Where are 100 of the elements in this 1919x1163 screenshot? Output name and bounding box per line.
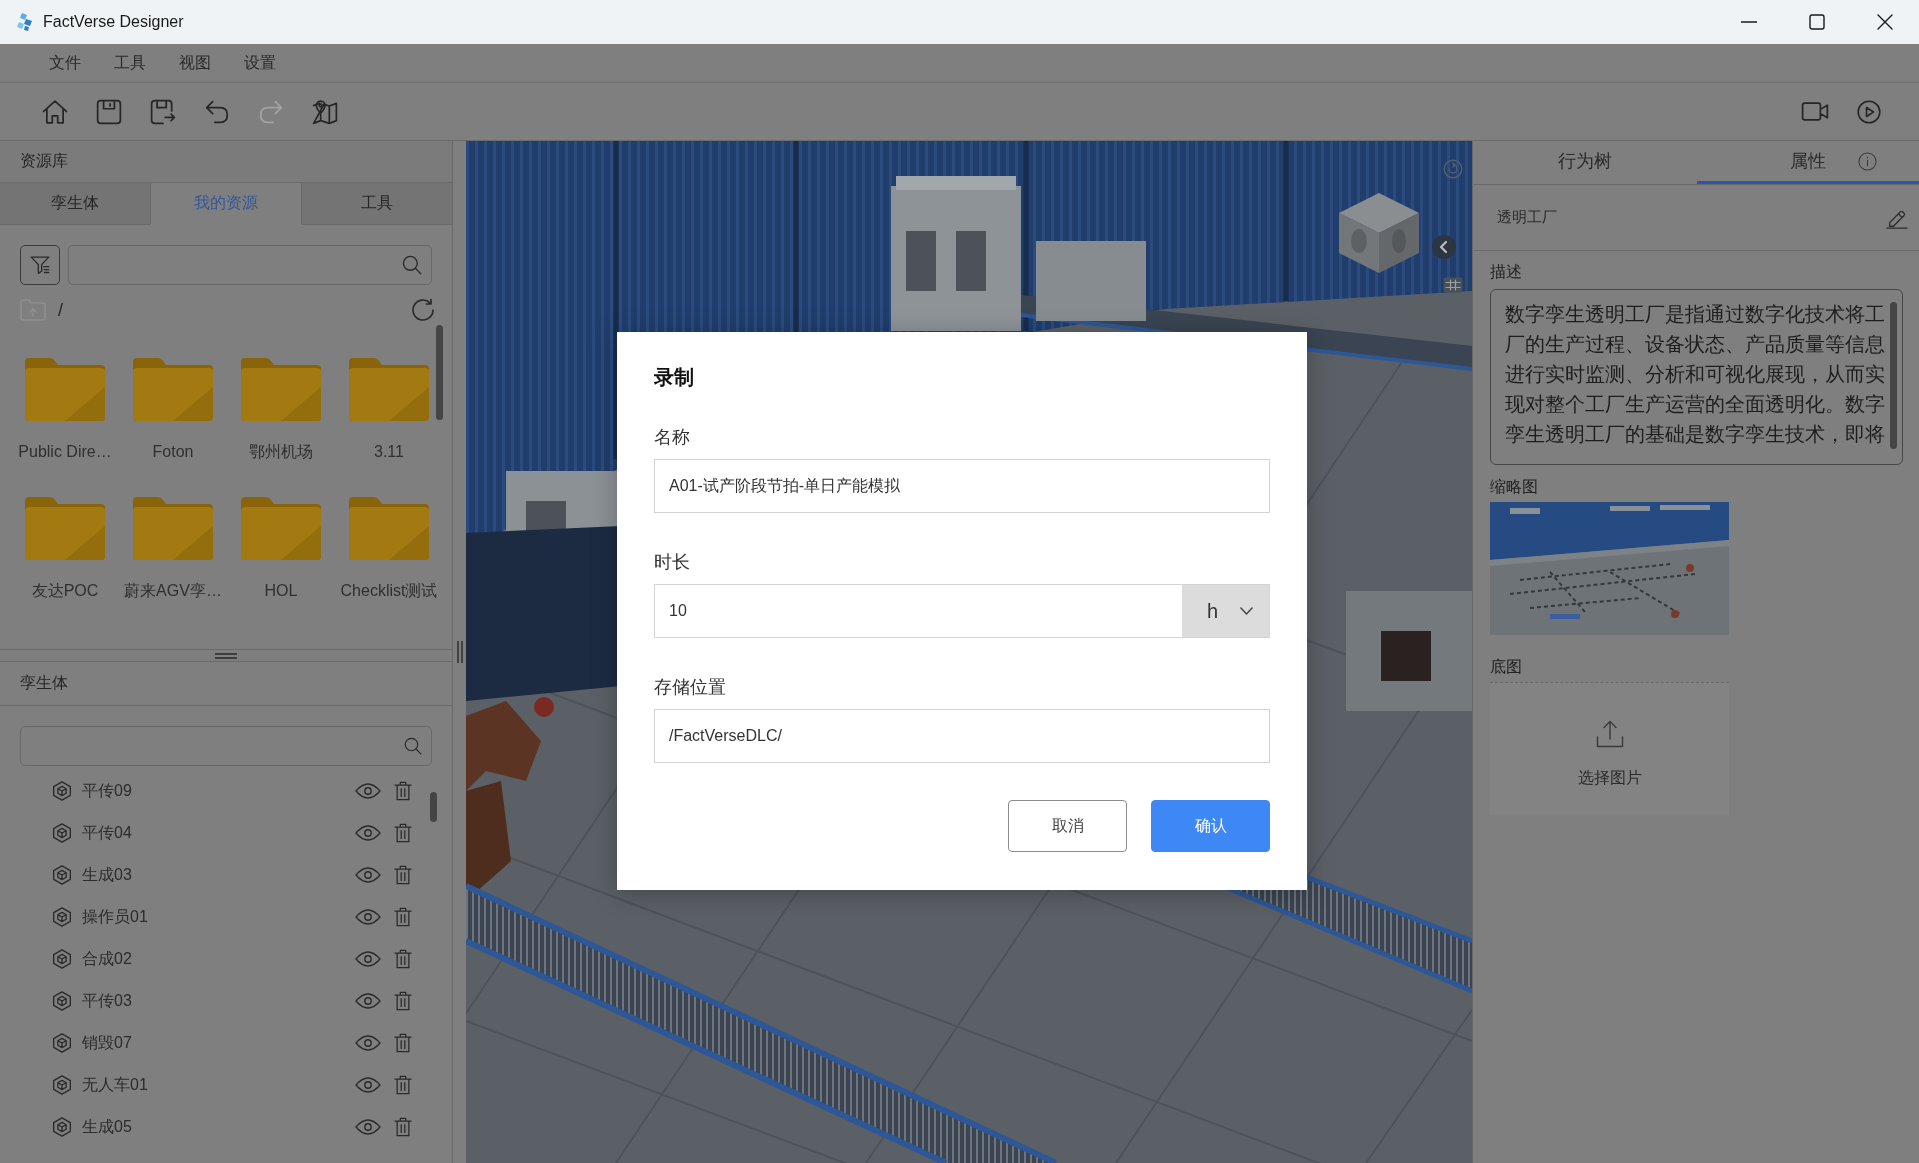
eye-icon[interactable] <box>355 783 381 799</box>
object-name[interactable]: 生成05 <box>82 1116 132 1138</box>
object-name[interactable]: 无人车01 <box>82 1074 148 1096</box>
field-label: 缩略图 <box>1490 477 1538 497</box>
splitter-handle-icon[interactable] <box>456 641 463 663</box>
tab[interactable]: 行为树 <box>1473 141 1697 184</box>
save-as-icon[interactable] <box>150 98 176 125</box>
folder-icon <box>349 496 429 560</box>
search-field[interactable] <box>68 245 432 285</box>
play-icon[interactable] <box>1857 99 1881 124</box>
dialog-title: 录制 <box>654 365 694 390</box>
trash-icon[interactable] <box>394 1033 412 1053</box>
eye-icon[interactable] <box>355 1035 381 1051</box>
folder-icon <box>349 357 429 421</box>
eye-icon[interactable] <box>355 951 381 967</box>
section-title: 孪生体 <box>20 673 68 693</box>
scrollbar-thumb[interactable] <box>436 325 443 420</box>
folder-icon <box>25 496 105 560</box>
folder-item[interactable]: Checklist测试 <box>340 496 438 602</box>
folder-item[interactable]: HOL <box>241 496 321 602</box>
eye-icon[interactable] <box>355 867 381 883</box>
scrollbar-thumb[interactable] <box>430 792 437 822</box>
folder-icon <box>133 357 213 421</box>
search-icon[interactable] <box>404 737 422 755</box>
save-icon[interactable] <box>96 98 122 125</box>
cube-icon <box>52 781 72 801</box>
search-icon[interactable] <box>402 255 422 275</box>
tab[interactable]: 属性 <box>1697 141 1919 184</box>
chevron-left-icon[interactable] <box>1432 235 1456 259</box>
folder-item[interactable]: Public Dire… <box>18 357 112 463</box>
eye-icon[interactable] <box>355 825 381 841</box>
eye-icon[interactable] <box>355 1077 381 1093</box>
object-name[interactable]: 操作员01 <box>82 906 148 928</box>
trash-icon[interactable] <box>394 1117 412 1137</box>
cube-icon <box>52 1117 72 1137</box>
scrollbar-thumb[interactable] <box>1890 302 1897 449</box>
cube-icon <box>52 1033 72 1053</box>
eye-icon[interactable] <box>355 1119 381 1135</box>
trash-icon[interactable] <box>394 865 412 885</box>
close-icon[interactable] <box>1877 14 1893 30</box>
field-label: 名称 <box>654 426 690 449</box>
upload-icon <box>1595 720 1624 748</box>
search-field[interactable] <box>20 726 432 766</box>
cube-icon <box>52 991 72 1011</box>
cube-icon <box>52 1075 72 1095</box>
folder-icon <box>25 357 105 421</box>
view-cube-icon[interactable] <box>1337 191 1421 275</box>
eye-icon[interactable] <box>355 993 381 1009</box>
object-name[interactable]: 生成03 <box>82 864 132 886</box>
eye-icon[interactable] <box>355 909 381 925</box>
panel-title: 资源库 <box>20 151 68 171</box>
field-label: 时长 <box>654 551 690 574</box>
text-input[interactable]: A01-试产阶段节拍-单日产能模拟 <box>654 459 1270 513</box>
confirm-button[interactable]: 确认 <box>1151 800 1270 852</box>
folder-item[interactable]: 友达POC <box>25 496 105 602</box>
folder-item[interactable]: Foton <box>133 357 213 463</box>
menu-item[interactable]: 视图 <box>162 52 227 74</box>
home-icon[interactable] <box>42 98 68 125</box>
trash-icon[interactable] <box>394 823 412 843</box>
object-name[interactable]: 合成02 <box>82 948 132 970</box>
object-name[interactable]: 平传03 <box>82 990 132 1012</box>
filter-button[interactable] <box>20 245 60 285</box>
cube-icon <box>52 907 72 927</box>
text-input[interactable]: /FactVerseDLC/ <box>654 709 1270 763</box>
cancel-button[interactable]: 取消 <box>1008 800 1127 852</box>
folder-icon <box>241 496 321 560</box>
video-camera-icon[interactable] <box>1801 102 1829 121</box>
path-text: / <box>58 299 63 321</box>
splitter-handle-icon[interactable] <box>215 652 237 659</box>
map-icon[interactable] <box>312 98 338 125</box>
field-label: 底图 <box>1490 657 1522 677</box>
folder-item[interactable]: 3.11 <box>349 357 429 463</box>
window-title: FactVerse Designer <box>43 13 184 31</box>
maximize-icon[interactable] <box>1809 14 1825 30</box>
tab[interactable]: 孪生体 <box>0 183 151 225</box>
folder-item[interactable]: 蔚来AGV孪… <box>124 496 222 602</box>
trash-icon[interactable] <box>394 907 412 927</box>
filter-icon <box>30 255 50 275</box>
trash-icon[interactable] <box>394 781 412 801</box>
object-title: 透明工厂 <box>1497 208 1557 227</box>
object-name[interactable]: 销毁07 <box>82 1032 132 1054</box>
folder-icon <box>133 496 213 560</box>
info-icon[interactable] <box>1858 151 1877 171</box>
field-label: 存储位置 <box>654 676 726 699</box>
menu-item[interactable]: 设置 <box>227 52 292 74</box>
object-name[interactable]: 平传09 <box>82 780 132 802</box>
refresh-icon[interactable] <box>411 298 435 322</box>
image-upload-area[interactable]: 选择图片 <box>1490 682 1729 815</box>
app-logo-icon <box>17 13 33 31</box>
folder-item[interactable]: 鄂州机场 <box>241 357 321 463</box>
field-label: 描述 <box>1490 262 1522 282</box>
description-field[interactable]: 数字孪生透明工厂是指通过数字化技术将工厂的生产过程、设备状态、产品质量等信息进行实时监测、分析和可视化展现，从而实现对整个工厂生产运营的全面透明化。数字孪生透明工厂的基础是数字孪生技术，即将 <box>1490 289 1903 465</box>
trash-icon[interactable] <box>394 949 412 969</box>
trash-icon[interactable] <box>394 1075 412 1095</box>
menu-item[interactable]: 文件 <box>32 52 97 74</box>
object-name[interactable]: 平传04 <box>82 822 132 844</box>
trash-icon[interactable] <box>394 991 412 1011</box>
tab[interactable]: 工具 <box>302 183 452 225</box>
undo-icon[interactable] <box>204 98 230 125</box>
menu-item[interactable]: 工具 <box>97 52 162 74</box>
